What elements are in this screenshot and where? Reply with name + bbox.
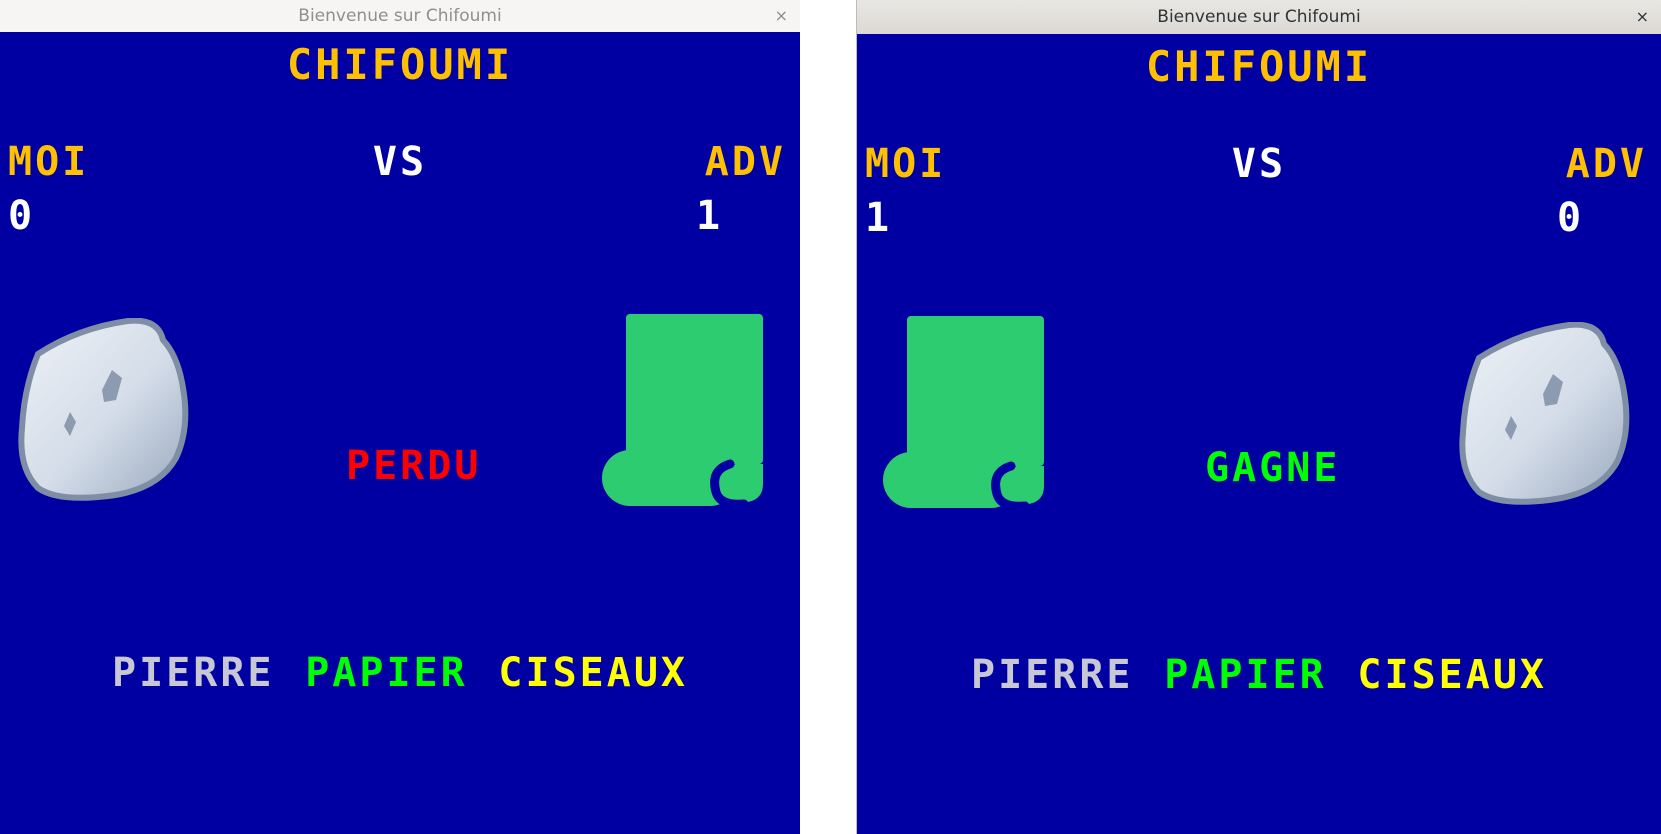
paper-scroll-icon <box>883 316 1048 511</box>
game-area: CHIFOUMI MOI VS ADV 0 1 PERDU PIERRE PAP… <box>0 32 800 834</box>
chifoumi-window-left: Bienvenue sur Chifoumi × CHIFOUMI MOI VS… <box>0 0 800 834</box>
round-result: PERDU <box>346 443 482 489</box>
paper-scroll-icon <box>602 314 767 509</box>
close-icon[interactable]: × <box>775 8 788 24</box>
choice-bar: PIERRE PAPIER CISEAUX <box>0 650 800 696</box>
chifoumi-window-right: Bienvenue sur Chifoumi × CHIFOUMI MOI VS… <box>856 0 1661 834</box>
opponent-label: ADV <box>1565 141 1647 187</box>
player-score: 1 <box>865 195 893 241</box>
scissors-choice-button[interactable]: CISEAUX <box>498 650 688 696</box>
paper-choice-button[interactable]: PAPIER <box>1164 652 1327 698</box>
close-icon[interactable]: × <box>1636 9 1649 25</box>
window-title: Bienvenue sur Chifoumi <box>298 6 502 26</box>
title-bar[interactable]: Bienvenue sur Chifoumi × <box>856 0 1661 35</box>
scissors-choice-button[interactable]: CISEAUX <box>1357 652 1547 698</box>
choice-bar: PIERRE PAPIER CISEAUX <box>857 652 1661 698</box>
vs-label: VS <box>372 139 428 185</box>
game-title: CHIFOUMI <box>1145 42 1373 91</box>
game-title: CHIFOUMI <box>286 40 514 89</box>
rock-icon <box>18 318 193 503</box>
rock-icon <box>1459 322 1634 507</box>
opponent-score: 0 <box>1557 195 1585 241</box>
title-bar[interactable]: Bienvenue sur Chifoumi × <box>0 0 800 33</box>
opponent-label: ADV <box>704 139 786 185</box>
player-score: 0 <box>8 193 36 239</box>
rock-choice-button[interactable]: PIERRE <box>971 652 1134 698</box>
paper-choice-button[interactable]: PAPIER <box>305 650 468 696</box>
round-result: GAGNE <box>1205 445 1341 491</box>
opponent-score: 1 <box>696 193 724 239</box>
window-title: Bienvenue sur Chifoumi <box>1157 7 1361 27</box>
vs-label: VS <box>1231 141 1287 187</box>
rock-choice-button[interactable]: PIERRE <box>112 650 275 696</box>
game-area: CHIFOUMI MOI VS ADV 1 0 GAGNE PIERRE PAP… <box>856 34 1661 834</box>
